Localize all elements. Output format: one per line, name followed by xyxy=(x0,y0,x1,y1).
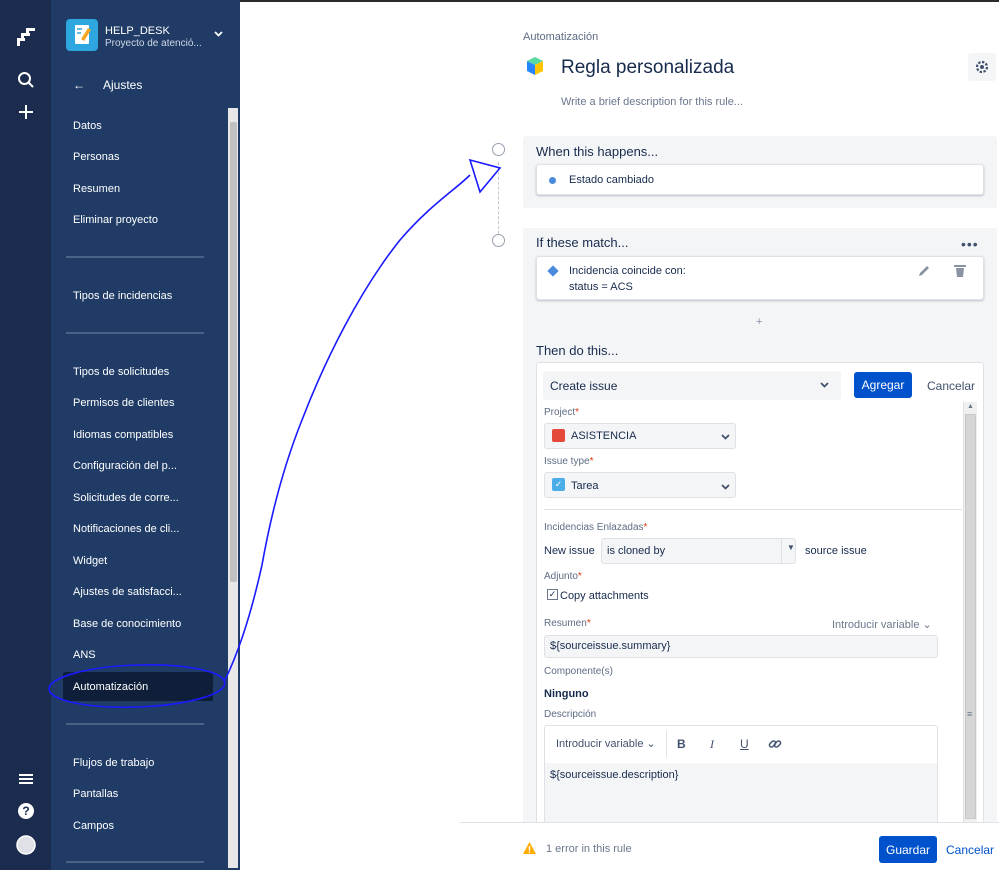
annotation-arrow-line xyxy=(223,174,471,683)
hand-drawn-annotation xyxy=(48,158,502,709)
annotation-circle xyxy=(48,663,226,709)
annotation-arrow-head xyxy=(468,158,502,194)
